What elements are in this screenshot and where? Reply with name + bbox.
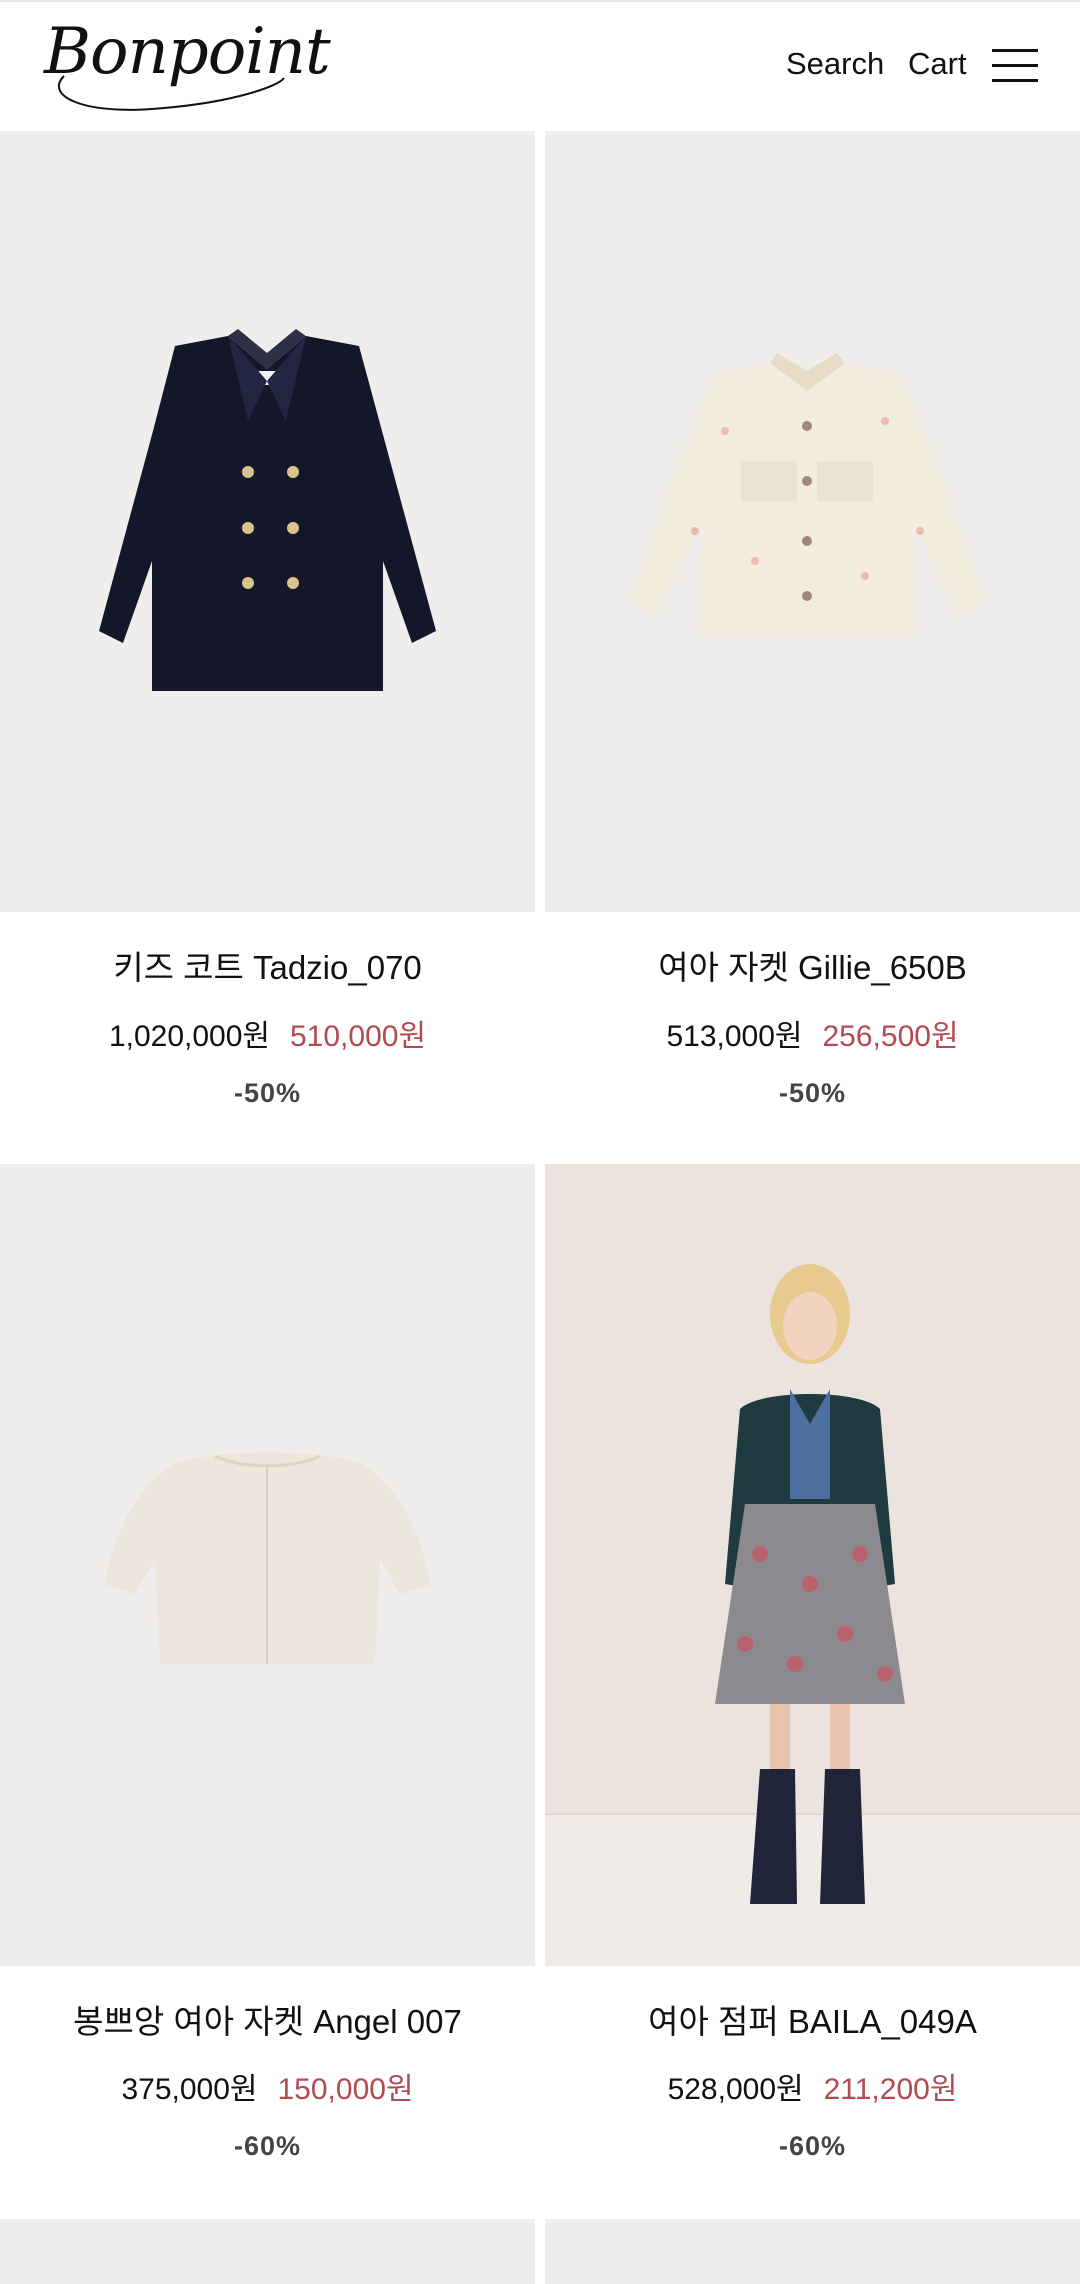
product-prices: 1,020,000원 510,000원 [0,1011,535,1055]
navy-coat-image [99,329,436,691]
cream-jacket-image [629,353,985,636]
product-card[interactable]: 키즈 코트 Tadzio_070 1,020,000원 510,000원 -50% [0,131,535,1165]
product-name[interactable]: 봉쁘앙 여아 자켓 Angel 007 [0,1995,535,2043]
cart-link[interactable]: Cart [908,46,967,82]
discount-badge: -50% [233,1078,302,1108]
product-name[interactable]: 여아 점퍼 BAILA_049A [545,1995,1080,2043]
shearling-jacket-image [105,1452,430,1664]
product-card-next[interactable] [0,2219,535,2284]
original-price: 375,000원 [121,2073,258,2106]
child-jumper-photo [545,1164,1080,1966]
discount-badge: -60% [778,2131,847,2161]
product-prices: 375,000원 150,000원 [0,2064,535,2108]
search-link[interactable]: Search [786,46,884,82]
sale-price: 150,000원 [277,2073,414,2106]
product-prices: 513,000원 256,500원 [545,1011,1080,1055]
product-image[interactable] [0,2219,535,2284]
sale-price: 256,500원 [822,1020,959,1053]
product-image[interactable] [545,131,1080,912]
bonpoint-logo[interactable]: Bonpoint [44,16,331,116]
logo-swash [57,75,285,111]
product-image[interactable] [0,131,535,912]
product-card[interactable]: 봉쁘앙 여아 자켓 Angel 007 375,000원 150,000원 -60… [0,1164,535,2219]
product-image[interactable] [545,2219,1080,2284]
product-card[interactable]: 여아 자켓 Gillie_650B 513,000원 256,500원 -50% [545,131,1080,1165]
product-image[interactable] [545,1164,1080,1966]
sale-price: 211,200원 [823,2073,958,2106]
product-card-next[interactable] [545,2219,1080,2284]
original-price: 1,020,000원 [108,1020,270,1053]
hamburger-menu-icon[interactable] [992,46,1038,86]
sale-price: 510,000원 [290,1020,427,1053]
product-prices: 528,000원 211,200원 [545,2064,1080,2108]
discount-badge: -60% [233,2131,302,2161]
product-name[interactable]: 키즈 코트 Tadzio_070 [0,941,535,989]
discount-badge: -50% [778,1078,847,1108]
product-image[interactable] [0,1164,535,1966]
product-card[interactable]: 여아 점퍼 BAILA_049A 528,000원 211,200원 -60% [545,1164,1080,2219]
product-name[interactable]: 여아 자켓 Gillie_650B [545,941,1080,989]
original-price: 513,000원 [666,1020,803,1053]
site-header: Bonpoint Search Cart [0,2,1080,130]
original-price: 528,000원 [667,2073,804,2106]
